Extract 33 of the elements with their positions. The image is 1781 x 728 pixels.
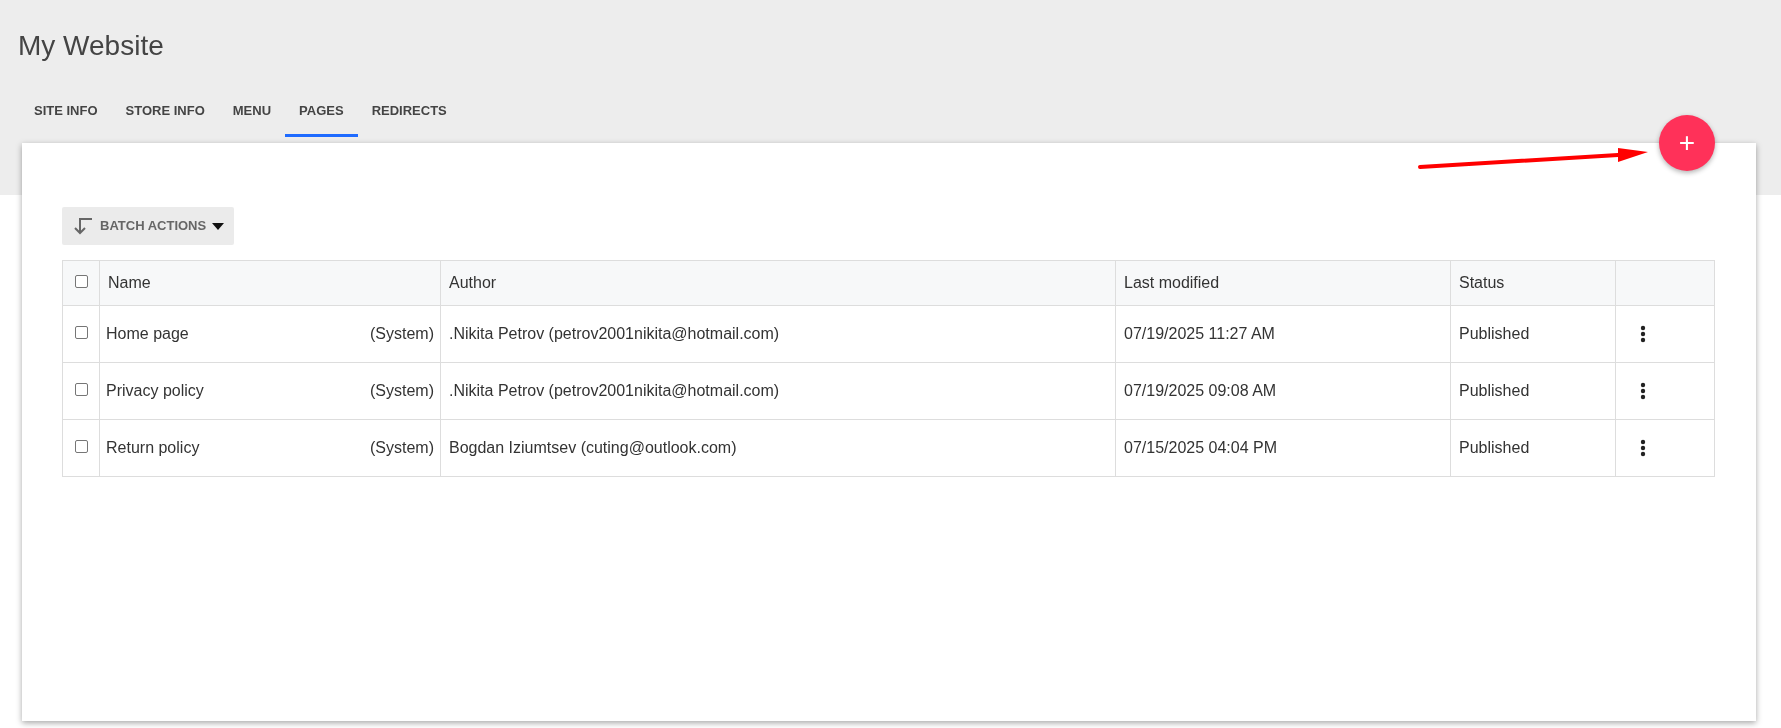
status-cell: Published [1459,439,1530,456]
author-cell: Bogdan Iziumtsev (cuting@outlook.com) [449,439,737,456]
page-name: Return policy [106,438,200,458]
author-cell: .Nikita Petrov (petrov2001nikita@hotmail.com) [449,325,780,342]
date-cell: 07/19/2025 09:08 AM [1124,382,1277,399]
site-title: My Website [18,29,164,63]
tab[interactable]: REDIRECTS [357,88,461,137]
column-header: Author [449,274,497,291]
system-tag: (System) [370,379,434,403]
column-header: Last modified [1124,274,1220,291]
return-arrow-icon [72,215,94,237]
checkbox[interactable] [74,275,88,288]
system-tag: (System) [370,436,434,460]
tab[interactable]: SITE INFO [20,88,112,137]
more-icon[interactable] [1640,382,1646,400]
date-cell: 07/19/2025 11:27 AM [1124,325,1275,342]
tab[interactable]: MENU [218,88,286,137]
caret-icon [212,222,225,230]
more-icon[interactable] [1640,439,1646,457]
status-cell: Published [1459,382,1530,399]
status-cell: Published [1459,325,1530,342]
page-name: Home page [106,324,189,344]
batch-actions-button[interactable]: BATCH ACTIONS [62,207,235,245]
system-tag: (System) [370,322,434,346]
batch-actions-label: BATCH ACTIONS [100,217,207,236]
page-name: Privacy policy [106,381,204,401]
more-icon[interactable] [1640,325,1646,343]
tab[interactable]: STORE INFO [111,88,219,137]
column-header: Status [1459,274,1505,291]
date-cell: 07/15/2025 04:04 PM [1124,439,1277,456]
author-cell: .Nikita Petrov (petrov2001nikita@hotmail.com) [449,382,780,399]
tab[interactable]: PAGES [285,88,358,137]
column-header: Name [108,274,151,291]
